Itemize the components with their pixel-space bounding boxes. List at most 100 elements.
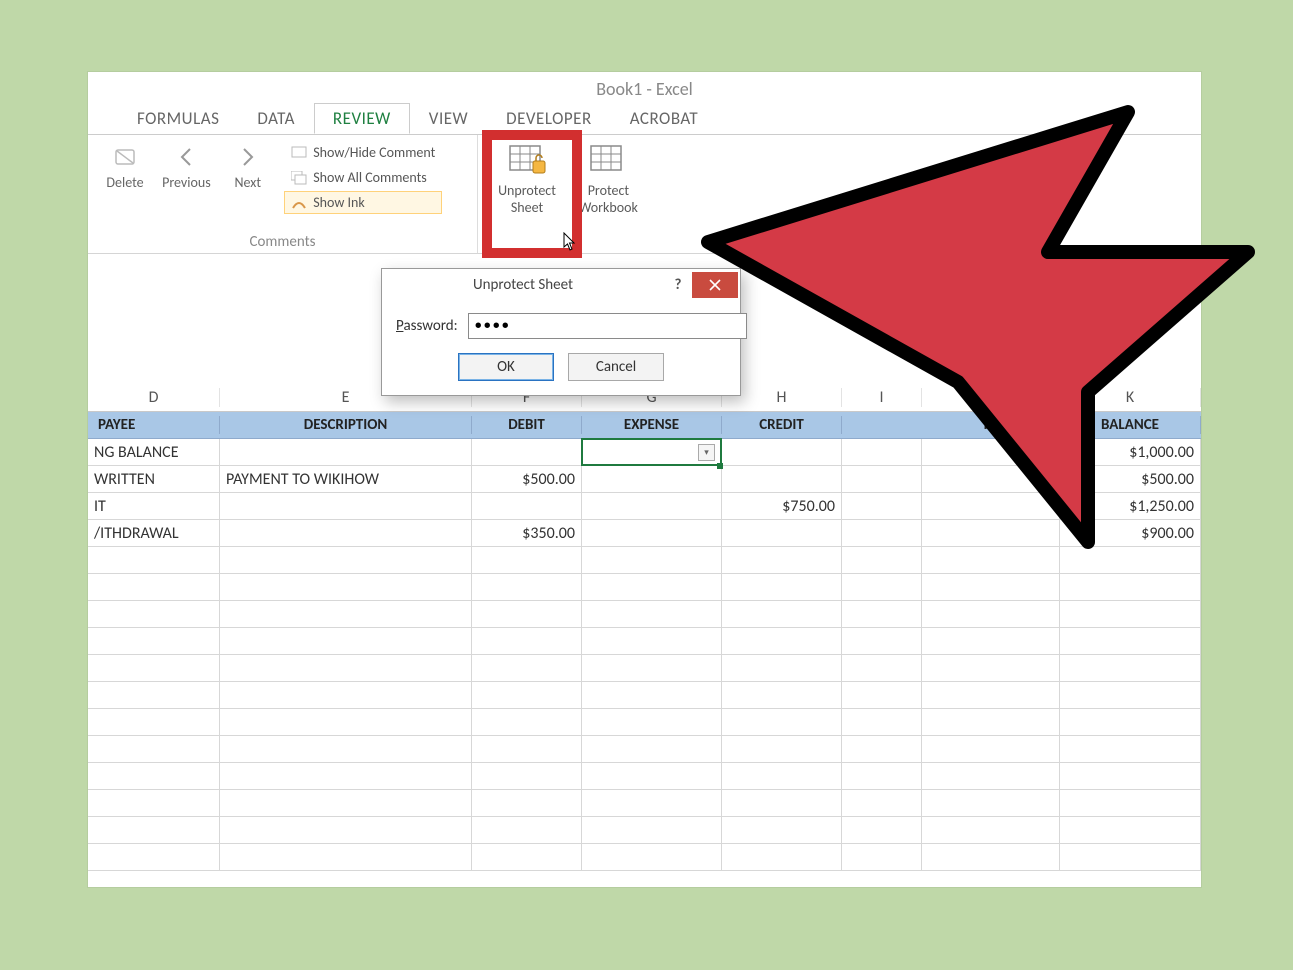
col-D[interactable]: D <box>88 388 220 407</box>
cell[interactable] <box>220 844 472 870</box>
cell[interactable] <box>922 844 1060 870</box>
cell[interactable]: NG BALANCE <box>88 439 220 465</box>
cell[interactable] <box>842 493 922 519</box>
cell[interactable] <box>922 601 1060 627</box>
cell[interactable] <box>1060 736 1201 762</box>
cell[interactable] <box>842 601 922 627</box>
next-comment-button[interactable]: Next <box>219 141 277 192</box>
table-row[interactable] <box>88 601 1201 628</box>
cell[interactable] <box>922 520 1060 546</box>
cell[interactable] <box>842 547 922 573</box>
cell[interactable] <box>1060 655 1201 681</box>
table-row[interactable]: NG BALANCE▾$1,000.00 <box>88 439 1201 466</box>
cell[interactable] <box>220 493 472 519</box>
cell[interactable] <box>1060 628 1201 654</box>
cell[interactable] <box>472 709 582 735</box>
cell[interactable] <box>1060 601 1201 627</box>
cell[interactable] <box>722 439 842 465</box>
cell[interactable]: $1,250.00 <box>1060 493 1201 519</box>
cell[interactable] <box>472 601 582 627</box>
cell[interactable] <box>582 628 722 654</box>
cell[interactable] <box>220 655 472 681</box>
cell[interactable]: $900.00 <box>1060 520 1201 546</box>
cell[interactable] <box>1060 709 1201 735</box>
cell[interactable] <box>220 547 472 573</box>
show-hide-comment-button[interactable]: Show/Hide Comment <box>284 141 442 164</box>
tab-data[interactable]: DATA <box>238 103 314 134</box>
cell[interactable]: WRITTEN <box>88 466 220 492</box>
table-row[interactable] <box>88 709 1201 736</box>
cell[interactable]: $500.00 <box>472 466 582 492</box>
cell[interactable] <box>472 547 582 573</box>
cell[interactable] <box>472 439 582 465</box>
cell[interactable] <box>220 709 472 735</box>
cell[interactable] <box>582 736 722 762</box>
show-ink-button[interactable]: Show Ink <box>284 191 442 214</box>
cell[interactable] <box>88 790 220 816</box>
table-row[interactable]: WRITTENPAYMENT TO WIKIHOW$500.00$500.00 <box>88 466 1201 493</box>
cancel-button[interactable]: Cancel <box>568 353 664 381</box>
dialog-close-button[interactable] <box>692 272 738 298</box>
cell[interactable]: /ITHDRAWAL <box>88 520 220 546</box>
cell[interactable] <box>842 709 922 735</box>
unprotect-sheet-button[interactable]: Unprotect Sheet <box>488 141 566 217</box>
tab-acrobat[interactable]: ACROBAT <box>611 103 717 134</box>
cell[interactable] <box>922 682 1060 708</box>
cell[interactable] <box>1060 763 1201 789</box>
cell[interactable] <box>88 655 220 681</box>
cell[interactable] <box>582 601 722 627</box>
cell[interactable] <box>842 520 922 546</box>
tab-developer[interactable]: DEVELOPER <box>487 103 611 134</box>
cell-dropdown-button[interactable]: ▾ <box>698 444 715 461</box>
cell[interactable] <box>722 655 842 681</box>
col-K[interactable]: K <box>1060 388 1201 407</box>
cell[interactable] <box>582 655 722 681</box>
cell[interactable] <box>88 628 220 654</box>
table-row[interactable] <box>88 844 1201 871</box>
table-row[interactable] <box>88 736 1201 763</box>
cell[interactable] <box>722 574 842 600</box>
protect-workbook-button[interactable]: Protect Workbook <box>569 141 647 217</box>
cell[interactable] <box>472 655 582 681</box>
cell[interactable] <box>922 790 1060 816</box>
tab-review[interactable]: REVIEW <box>314 103 410 134</box>
cell[interactable] <box>88 601 220 627</box>
cell[interactable] <box>842 682 922 708</box>
col-I[interactable]: I <box>842 388 922 407</box>
cell[interactable]: PAYMENT TO WIKIHOW <box>220 466 472 492</box>
cell[interactable] <box>722 736 842 762</box>
cell[interactable] <box>88 547 220 573</box>
cell[interactable] <box>88 736 220 762</box>
cell[interactable] <box>922 466 1060 492</box>
table-row[interactable] <box>88 628 1201 655</box>
tab-view[interactable]: VIEW <box>410 103 487 134</box>
cell[interactable]: $350.00 <box>472 520 582 546</box>
cell[interactable] <box>220 601 472 627</box>
cell[interactable]: $500.00 <box>1060 466 1201 492</box>
cell[interactable] <box>922 628 1060 654</box>
cell[interactable] <box>582 547 722 573</box>
cell[interactable] <box>1060 844 1201 870</box>
cell[interactable] <box>722 682 842 708</box>
cell[interactable] <box>220 736 472 762</box>
cell[interactable] <box>722 709 842 735</box>
table-row[interactable]: /ITHDRAWAL $350.00 $900.00 <box>88 520 1201 547</box>
cell[interactable] <box>88 844 220 870</box>
cell[interactable] <box>922 493 1060 519</box>
table-row[interactable]: IT$750.00$1,250.00 <box>88 493 1201 520</box>
cell[interactable] <box>842 574 922 600</box>
fill-handle[interactable] <box>717 463 723 469</box>
cell[interactable] <box>1060 682 1201 708</box>
cell[interactable] <box>220 817 472 843</box>
cell[interactable]: ▾ <box>582 439 722 465</box>
cell[interactable] <box>88 763 220 789</box>
cell[interactable] <box>472 574 582 600</box>
cell[interactable] <box>472 736 582 762</box>
cell[interactable] <box>472 817 582 843</box>
cell[interactable] <box>722 628 842 654</box>
cell[interactable] <box>472 790 582 816</box>
cell[interactable]: IT <box>88 493 220 519</box>
tab-formulas[interactable]: FORMULAS <box>118 103 238 134</box>
cell[interactable] <box>922 736 1060 762</box>
cell[interactable] <box>582 790 722 816</box>
